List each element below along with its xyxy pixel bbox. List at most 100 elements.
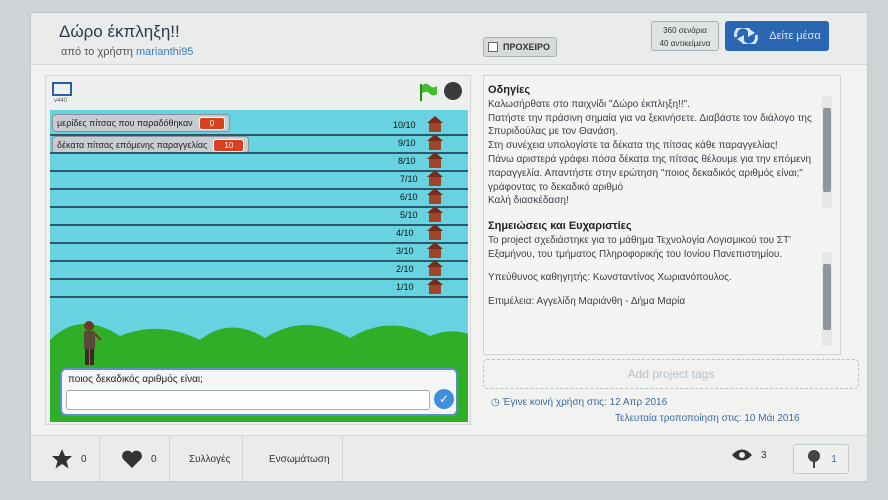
- house-icons: [427, 116, 443, 294]
- instructions-line: Καλή διασκέδαση!: [488, 195, 569, 207]
- shared-date-text: Έγινε κοινή χρήση στις: 12 Απρ 2016: [502, 397, 668, 408]
- question-text: ποιος δεκαδικός αριθμός είναι;: [68, 374, 203, 385]
- shelf-line: [50, 170, 468, 172]
- instructions-line: Καλωσήρθατε στο παιχνίδι "Δώρο έκπληξη!!…: [488, 98, 690, 110]
- star-icon: [52, 449, 72, 469]
- notes-paragraph: Επιμέλεια: Αγγελίδη Μαριάνθη - Δήμα Μαρί…: [488, 296, 686, 308]
- monitor-value: 10: [213, 138, 245, 152]
- notes-section: Σημειώσεις και Ευχαριστίες Το project σχ…: [488, 220, 818, 319]
- shelf-line: [50, 260, 468, 262]
- house-icon: [427, 224, 443, 240]
- heart-icon: [122, 450, 142, 468]
- instructions-scrollbar[interactable]: [822, 96, 832, 208]
- ask-prompt: ποιος δεκαδικός αριθμός είναι; ✓: [60, 368, 458, 416]
- draft-label: ΠΡΟΧΕΙΡΟ: [503, 42, 551, 52]
- shelf-line: [50, 152, 468, 154]
- shelf-line: [50, 134, 468, 136]
- scrollbar-thumb[interactable]: [823, 264, 831, 330]
- scripts-count: 360 σενάρια: [663, 26, 707, 35]
- monitor-label: μερίδες πίτσας που παραδόθηκαν: [57, 118, 193, 128]
- shelf-label: 5/10: [400, 210, 418, 220]
- project-page: Δώρο έκπληξη!! από το χρήστη marianthi95…: [30, 12, 868, 482]
- house-icon: [427, 278, 443, 294]
- notes-heading: Σημειώσεις και Ευχαριστίες: [488, 220, 632, 232]
- views-count: 3: [761, 449, 767, 461]
- player-controls: v440: [46, 76, 470, 106]
- house-icon: [427, 242, 443, 258]
- see-inside-label: Δείτε μέσα: [769, 30, 821, 42]
- house-icon: [427, 170, 443, 186]
- remix-count: 1: [831, 453, 837, 465]
- shelf-line: [50, 188, 468, 190]
- draft-checkbox[interactable]: ΠΡΟΧΕΙΡΟ: [483, 37, 557, 57]
- house-icon: [427, 206, 443, 222]
- author-link[interactable]: marianthi95: [136, 46, 193, 58]
- house-icon: [427, 134, 443, 150]
- byline: από το χρήστη marianthi95: [61, 46, 193, 58]
- project-description: Οδηγίες Καλωσήρθατε στο παιχνίδι "Δώρο έ…: [483, 75, 841, 355]
- shelf-label: 10/10: [393, 120, 416, 130]
- monitor-delivered[interactable]: μερίδες πίτσας που παραδόθηκαν 0: [52, 114, 231, 132]
- love-count: 0: [151, 453, 157, 465]
- player: v440 μερίδες πίτσας που παραδόθηκαν 0 δέ…: [45, 75, 471, 425]
- character-sprite: [84, 321, 102, 365]
- clock-icon: ◷: [491, 397, 500, 408]
- shared-date: ◷ Έγινε κοινή χρήση στις: 12 Απρ 2016: [491, 397, 667, 408]
- shelf-line: [50, 242, 468, 244]
- answer-input[interactable]: [66, 390, 430, 410]
- shelf-line: [50, 296, 468, 298]
- shelf-line: [50, 278, 468, 280]
- collections-button[interactable]: Συλλογές: [177, 436, 244, 482]
- project-header: Δώρο έκπληξη!! από το χρήστη marianthi95…: [31, 13, 867, 65]
- stage-canvas[interactable]: μερίδες πίτσας που παραδόθηκαν 0 δέκατα …: [50, 110, 468, 422]
- shelf-label: 2/10: [396, 264, 414, 274]
- favorite-button[interactable]: 0: [39, 436, 100, 482]
- monitor-label: δέκατα πίτσας επόμενης παραγγελίας: [57, 140, 208, 150]
- stop-icon[interactable]: [444, 82, 462, 100]
- house-icon: [427, 188, 443, 204]
- remix-tree-button[interactable]: 1: [793, 444, 849, 474]
- instructions-line: Πάνω αριστερά γράφει πόσα δέκατα της πίτ…: [488, 153, 812, 193]
- shelf-line: [50, 224, 468, 226]
- shelf-label: 8/10: [398, 156, 416, 166]
- house-icon: [427, 152, 443, 168]
- fullscreen-icon[interactable]: [52, 82, 72, 96]
- house-icon: [427, 116, 443, 132]
- scrollbar-thumb[interactable]: [823, 108, 831, 192]
- instructions-line: Πατήστε την πράσινη σημαία για να ξεκινή…: [488, 112, 812, 138]
- notes-scrollbar[interactable]: [822, 252, 832, 346]
- eye-icon: [732, 449, 752, 461]
- byline-prefix: από το χρήστη: [61, 46, 133, 58]
- action-bar: 0 0 Συλλογές Ενσωμάτωση 3 1: [31, 435, 867, 482]
- checkbox-icon: [488, 42, 498, 52]
- modified-date: Τελευταία τροποποίηση στις: 10 Μάι 2016: [615, 413, 800, 424]
- shelf-label: 9/10: [398, 138, 416, 148]
- instructions-section: Οδηγίες Καλωσήρθατε στο παιχνίδι "Δώρο έ…: [488, 84, 818, 208]
- instructions-line: Στη συνέχεια υπολογίστε τα δέκατα της πί…: [488, 140, 778, 152]
- project-title: Δώρο έκπληξη!!: [59, 22, 180, 41]
- shelf-label: 6/10: [400, 192, 418, 202]
- notes-paragraph: Υπεύθυνος καθηγητής: Κωνσταντίνος Χωριαν…: [488, 272, 732, 284]
- version-label: v440: [54, 98, 68, 104]
- embed-button[interactable]: Ενσωμάτωση: [257, 436, 343, 482]
- add-tags-field[interactable]: Add project tags: [483, 359, 859, 389]
- shelf-label: 1/10: [396, 282, 414, 292]
- notes-paragraph: Το project σχεδιάστηκε για το μάθημα Τεχ…: [488, 234, 792, 260]
- see-inside-button[interactable]: Δείτε μέσα: [725, 21, 829, 51]
- shelf-label: 7/10: [400, 174, 418, 184]
- remix-arrows-icon: [734, 28, 759, 44]
- monitor-value: 0: [198, 116, 226, 130]
- shelf-label: 4/10: [396, 228, 414, 238]
- shelf-line: [50, 206, 468, 208]
- project-stats: 360 σενάρια 40 αντικείμενα: [651, 21, 719, 51]
- submit-check-icon[interactable]: ✓: [434, 389, 454, 409]
- sprites-count: 40 αντικείμενα: [659, 39, 711, 48]
- green-flag-icon[interactable]: [418, 82, 438, 102]
- remix-tree-icon: [808, 450, 821, 468]
- shelf-label: 3/10: [396, 246, 414, 256]
- instructions-heading: Οδηγίες: [488, 84, 531, 96]
- house-icon: [427, 260, 443, 276]
- love-button[interactable]: 0: [109, 436, 170, 482]
- views-counter: 3: [731, 448, 767, 462]
- favorite-count: 0: [81, 453, 87, 465]
